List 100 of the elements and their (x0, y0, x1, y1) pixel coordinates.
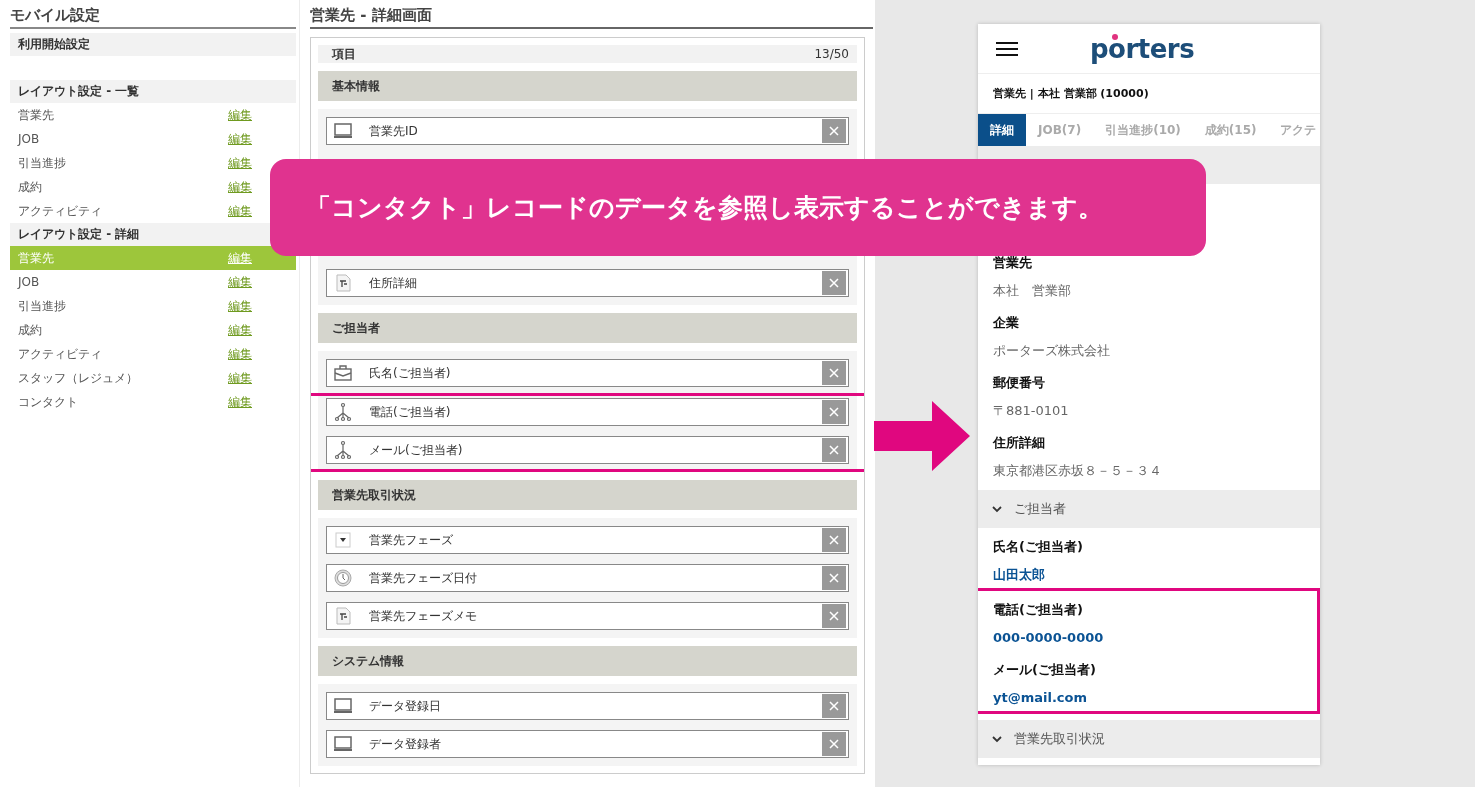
field-link[interactable]: 000-0000-0000 (993, 627, 1302, 649)
close-icon (829, 278, 839, 288)
field-label: データ登録者 (368, 735, 442, 753)
field-label: 電話(ご担当者) (368, 403, 452, 421)
section-header[interactable]: ご担当者 (978, 490, 1320, 528)
callout-tooltip: 「コンタクト」レコードのデータを参照し表示することができます。 (270, 159, 1206, 256)
field-label: 営業先フェーズ (368, 531, 454, 549)
close-icon (829, 126, 839, 136)
field-label: メール(ご担当者) (993, 661, 1097, 679)
group-heading: システム情報 (318, 646, 857, 676)
field-label: 企業 (993, 314, 1020, 332)
edit-link[interactable]: 編集 (228, 130, 252, 148)
sidebar-item[interactable]: アクティビティ 編集 (10, 342, 296, 366)
clock-icon (333, 568, 353, 588)
section-title: 営業先取引状況 (1014, 730, 1105, 748)
logo: porters (1090, 33, 1195, 64)
chevron-icon (992, 735, 1002, 743)
field-link[interactable]: 山田太郎 (993, 564, 1305, 586)
field-row[interactable]: 氏名(ご担当者) (326, 359, 849, 387)
section-title: ご担当者 (1014, 500, 1066, 518)
document-icon (333, 273, 353, 293)
field-value: 本社 営業部 (993, 282, 1072, 300)
arrow-icon (874, 401, 970, 471)
field-row[interactable]: 営業先フェーズメモ (326, 602, 849, 630)
sidebar-item[interactable]: コンタクト 編集 (10, 390, 296, 414)
edit-link[interactable]: 編集 (228, 393, 252, 411)
monitor-icon (333, 121, 353, 141)
hierarchy-icon (333, 440, 353, 460)
remove-button[interactable] (822, 119, 846, 143)
field-row[interactable]: 住所詳細 (326, 269, 849, 297)
hierarchy-icon (333, 402, 353, 422)
field-row[interactable]: 電話(ご担当者) (326, 398, 849, 426)
close-icon (829, 535, 839, 545)
item-label: JOB (18, 132, 41, 146)
sidebar-item[interactable]: JOB 編集 (10, 270, 296, 294)
sidebar-item[interactable]: 成約 編集 (10, 318, 296, 342)
edit-link[interactable]: 編集 (228, 297, 252, 315)
field-row[interactable]: 営業先フェーズ日付 (326, 564, 849, 592)
edit-link[interactable]: 編集 (228, 178, 252, 196)
item-count: 13/50 (814, 47, 849, 61)
remove-button[interactable] (822, 271, 846, 295)
close-icon (829, 739, 839, 749)
group-heading: ご担当者 (318, 313, 857, 343)
menu-icon[interactable] (996, 40, 1018, 57)
remove-button[interactable] (822, 604, 846, 628)
edit-link[interactable]: 編集 (228, 273, 252, 291)
remove-button[interactable] (822, 732, 846, 756)
edit-link[interactable]: 編集 (228, 154, 252, 172)
field-label: 氏名(ご担当者) (368, 364, 452, 382)
edit-link[interactable]: 編集 (228, 321, 252, 339)
document-icon (333, 606, 353, 626)
section-heading: 利用開始設定 (10, 33, 296, 56)
item-label: 引当進捗 (18, 297, 67, 315)
page-title: 営業先 - 詳細画面 (310, 4, 873, 29)
sidebar-item[interactable]: スタッフ（レジュメ） 編集 (10, 366, 296, 390)
field-value: 〒881-0101 (993, 402, 1070, 420)
edit-link[interactable]: 編集 (228, 345, 252, 363)
field-label: 営業先フェーズ日付 (368, 569, 478, 587)
tab[interactable]: 詳細 (978, 114, 1026, 146)
sidebar-item[interactable]: 引当進捗 編集 (10, 294, 296, 318)
remove-button[interactable] (822, 694, 846, 718)
item-label: アクティビティ (18, 345, 103, 363)
item-label: コンタクト (18, 393, 79, 411)
edit-link[interactable]: 編集 (228, 202, 252, 220)
field-label: 営業先ID (368, 122, 419, 140)
remove-button[interactable] (822, 400, 846, 424)
field-row[interactable]: 営業先ID (326, 117, 849, 145)
section-heading: レイアウト設定 - 一覧 (10, 80, 296, 103)
item-label: アクティビティ (18, 202, 103, 220)
field-label: 住所詳細 (368, 274, 418, 292)
section-header[interactable]: 営業先取引状況 (978, 720, 1320, 758)
field-label: 郵便番号 (993, 374, 1046, 392)
close-icon (829, 445, 839, 455)
item-label: 営業先 (18, 249, 55, 267)
briefcase-icon (333, 363, 353, 383)
monitor-icon (333, 734, 353, 754)
monitor-icon (333, 696, 353, 716)
field-label: 営業先 (993, 254, 1033, 272)
edit-link[interactable]: 編集 (228, 106, 252, 124)
remove-button[interactable] (822, 528, 846, 552)
sidebar-item[interactable]: JOB 編集 (10, 127, 296, 151)
item-label: 成約 (18, 321, 43, 339)
field-value: 東京都港区赤坂８－５－３４ (993, 462, 1163, 480)
remove-button[interactable] (822, 566, 846, 590)
field-label: 氏名(ご担当者) (993, 538, 1084, 556)
remove-button[interactable] (822, 361, 846, 385)
page-title: モバイル設定 (10, 4, 296, 29)
field-row[interactable]: 営業先フェーズ (326, 526, 849, 554)
field-row[interactable]: データ登録日 (326, 692, 849, 720)
field-link[interactable]: yt@mail.com (993, 687, 1302, 709)
dropdown-icon (333, 530, 353, 550)
field-row[interactable]: メール(ご担当者) (326, 436, 849, 464)
remove-button[interactable] (822, 438, 846, 462)
edit-link[interactable]: 編集 (228, 369, 252, 387)
close-icon (829, 573, 839, 583)
field-label: 住所詳細 (993, 434, 1046, 452)
close-icon (829, 407, 839, 417)
chevron-icon (992, 505, 1002, 513)
field-row[interactable]: データ登録者 (326, 730, 849, 758)
sidebar-item[interactable]: 営業先 編集 (10, 103, 296, 127)
